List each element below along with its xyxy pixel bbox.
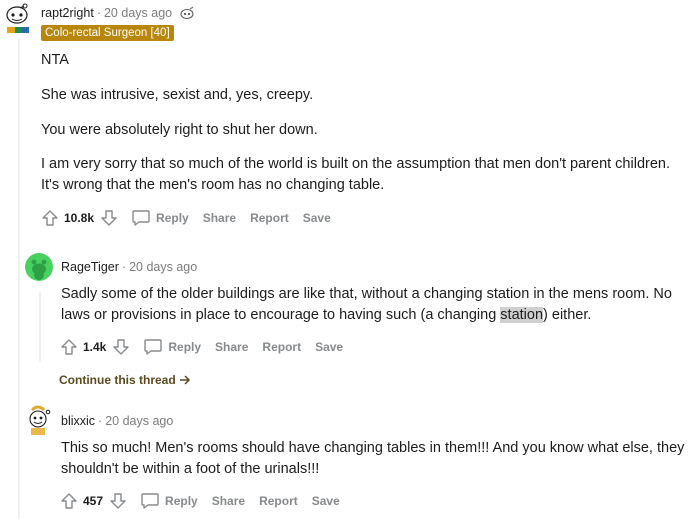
save-button[interactable]: Save (312, 494, 340, 508)
snoo-avatar-icon (31, 259, 47, 280)
thread-line-reply[interactable] (39, 292, 41, 362)
username[interactable]: rapt2right (41, 6, 94, 20)
share-button[interactable]: Share (215, 340, 248, 354)
user-flair: Colo-rectal Surgeon [40] (41, 25, 174, 41)
reply-label: Reply (165, 494, 198, 508)
upvote-icon[interactable] (59, 337, 79, 357)
comment-bubble-icon (132, 210, 150, 226)
comment-text: This so much! Men's rooms should have ch… (61, 440, 685, 477)
comment-body-1: NTA She was intrusive, sexist and, yes, … (41, 50, 691, 196)
comment-bubble-icon (144, 339, 163, 355)
downvote-icon[interactable] (108, 491, 128, 511)
comment-meta-1: rapt2right · 20 days ago (41, 6, 195, 23)
comment-actions-1: 10.8k Reply Share Report Save (40, 207, 331, 229)
timestamp[interactable]: 20 days ago (129, 260, 197, 274)
comment-actions-3: 457 Reply Share Report Save (59, 490, 340, 512)
snoo-avatar-icon (29, 405, 51, 435)
upvote-icon[interactable] (40, 208, 60, 228)
vote-score: 1.4k (83, 340, 107, 354)
comment-paragraph: She was intrusive, sexist and, yes, cree… (41, 87, 314, 103)
arrow-right-icon (179, 375, 190, 385)
save-button[interactable]: Save (303, 211, 331, 225)
vote-score: 10.8k (64, 211, 95, 225)
report-button[interactable]: Report (250, 211, 289, 225)
timestamp[interactable]: 20 days ago (105, 414, 173, 428)
reply-button[interactable]: Reply (140, 492, 198, 510)
vote-score: 457 (83, 494, 104, 508)
comment-body-2: Sadly some of the older buildings are li… (61, 284, 691, 326)
downvote-icon[interactable] (99, 208, 119, 228)
thread-line-main[interactable] (18, 38, 20, 519)
reply-label: Reply (168, 340, 202, 354)
reply-button[interactable]: Reply (143, 338, 201, 356)
separator-dot: · (121, 260, 127, 274)
avatar-ragetiger[interactable] (25, 253, 53, 281)
comment-text: ) either. (543, 307, 592, 323)
comment-body-3: This so much! Men's rooms should have ch… (61, 438, 691, 480)
avatar-blixxic[interactable] (24, 404, 54, 436)
share-button[interactable]: Share (203, 211, 236, 225)
username[interactable]: blixxic (61, 414, 95, 428)
continue-thread-link[interactable]: Continue this thread (59, 373, 191, 387)
report-button[interactable]: Report (259, 494, 298, 508)
comment-meta-3: blixxic · 20 days ago (61, 414, 173, 428)
separator-dot: · (98, 414, 103, 428)
comment-bubble-icon (141, 493, 159, 509)
downvote-icon[interactable] (111, 337, 131, 357)
comment-paragraph: I am very sorry that so much of the worl… (41, 156, 670, 193)
comment-actions-2: 1.4k Reply Share Report Save (59, 336, 343, 358)
snoo-avatar-icon (6, 3, 29, 33)
flair-badge-icon (179, 6, 195, 23)
reply-label: Reply (156, 211, 189, 225)
share-button[interactable]: Share (212, 494, 245, 508)
separator-dot: · (96, 6, 101, 20)
comment-paragraph: You were absolutely right to shut her do… (41, 122, 318, 138)
save-button[interactable]: Save (315, 340, 343, 354)
comment-paragraph: NTA (41, 52, 69, 68)
username[interactable]: RageTiger (61, 260, 119, 274)
continue-thread-label: Continue this thread (59, 373, 176, 387)
timestamp[interactable]: 20 days ago (104, 6, 172, 20)
upvote-icon[interactable] (59, 491, 79, 511)
reply-button[interactable]: Reply (131, 209, 189, 227)
avatar-rapt2right[interactable] (3, 1, 33, 35)
selected-text: station (500, 307, 544, 323)
report-button[interactable]: Report (262, 340, 301, 354)
comment-meta-2: RageTiger · 20 days ago (61, 260, 197, 274)
